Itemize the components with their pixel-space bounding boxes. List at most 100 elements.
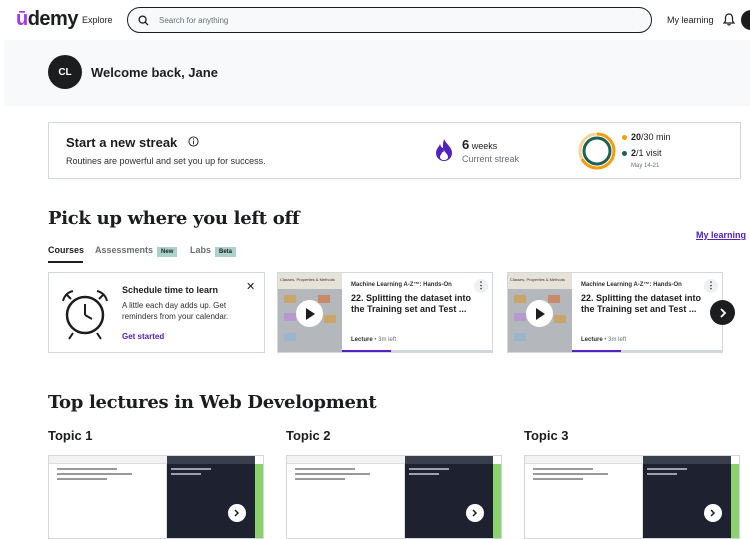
course-meta: Lecture • 3m left (581, 337, 626, 343)
editor-side-strip (255, 464, 263, 538)
visits-goal: /1 visit (636, 148, 662, 158)
editor-screenshot (49, 456, 167, 538)
course-title[interactable]: 22. Splitting the dataset into the Train… (351, 293, 476, 315)
my-learning-link[interactable]: My learning (696, 230, 746, 240)
editor-side-strip (493, 464, 501, 538)
close-icon[interactable]: ✕ (246, 280, 255, 293)
editor-side-strip (731, 464, 739, 538)
tab-labs[interactable]: Labs Beta (190, 245, 237, 257)
code-line (57, 468, 117, 470)
code-line (57, 473, 132, 475)
tab-assessments[interactable]: Assessments New (95, 245, 178, 257)
play-icon (305, 307, 315, 320)
search-bar[interactable] (127, 7, 652, 33)
play-icon (535, 307, 545, 320)
progress-fill (572, 350, 621, 352)
goal-date-range: May 14-21 (631, 163, 660, 169)
code-line (295, 473, 370, 475)
more-options-icon[interactable]: ⋮ (704, 279, 718, 293)
editor-screenshot (287, 456, 405, 538)
tab-label: Courses (48, 245, 85, 255)
visits-dot (622, 150, 627, 156)
info-icon[interactable] (188, 136, 199, 147)
editor-toolbar (525, 456, 643, 464)
course-title[interactable]: 22. Splitting the dataset into the Train… (581, 293, 706, 315)
alarm-clock-icon (62, 290, 108, 340)
separator: • (604, 337, 607, 343)
code-line (533, 473, 608, 475)
terminal-toolbar (167, 456, 255, 464)
streak-weeks-unit: weeks (471, 141, 498, 151)
play-button[interactable] (296, 300, 323, 327)
time-remaining: 3m left (378, 337, 397, 343)
slide-block (284, 295, 296, 303)
course-card[interactable]: Classes, Properties & Methods Machine Le… (277, 272, 493, 353)
course-progress-bar (572, 350, 722, 352)
udemy-logo[interactable]: ūdemy (16, 8, 78, 31)
chevron-right-icon (234, 509, 240, 517)
slide-block (514, 295, 526, 303)
streak-weeks-value: 6 (462, 137, 470, 152)
code-line (533, 468, 593, 470)
search-input[interactable] (159, 15, 559, 25)
get-started-link[interactable]: Get started (122, 332, 164, 341)
topic-title: Topic 3 (524, 428, 569, 443)
goal-progress-ring (578, 132, 616, 170)
active-tab-underline (48, 261, 83, 263)
tab-courses[interactable]: Courses (48, 245, 84, 255)
top-lectures-heading: Top lectures in Web Development (48, 392, 377, 413)
explore-link[interactable]: Explore (82, 15, 113, 25)
play-button[interactable] (526, 300, 553, 327)
lecture-play-button[interactable] (228, 504, 246, 522)
course-category: Machine Learning A-Z™: Hands-On (581, 282, 682, 288)
lecture-card[interactable] (524, 455, 740, 539)
streak-subtitle: Routines are powerful and set you up for… (66, 156, 266, 166)
ring-visits-arc (582, 136, 612, 166)
chevron-right-icon (710, 509, 716, 517)
course-thumbnail[interactable]: Classes, Properties & Methods (508, 273, 572, 352)
user-avatar-button[interactable] (741, 10, 750, 30)
more-options-icon[interactable]: ⋮ (474, 279, 488, 293)
current-streak-label: Current streak (462, 154, 520, 164)
lecture-card[interactable] (286, 455, 502, 539)
terminal-screenshot (643, 456, 731, 538)
chevron-right-icon (719, 307, 726, 318)
lecture-play-button[interactable] (704, 504, 722, 522)
lecture-type: Lecture (351, 337, 373, 343)
time-remaining: 3m left (608, 337, 627, 343)
search-icon (138, 14, 149, 26)
code-line (57, 478, 107, 480)
course-thumbnail[interactable]: Classes, Properties & Methods (278, 273, 342, 352)
lecture-card[interactable] (48, 455, 264, 539)
welcome-heading: Welcome back, Jane (91, 65, 218, 80)
course-card[interactable]: Classes, Properties & Methods Machine Le… (507, 272, 723, 353)
avatar[interactable]: CL (48, 55, 82, 89)
slide-block (514, 333, 526, 341)
bell-icon[interactable] (723, 13, 735, 26)
editor-toolbar (287, 456, 405, 464)
top-navbar: ūdemy Explore My learning (0, 0, 750, 40)
terminal-line (171, 468, 211, 470)
tab-label: Labs (190, 245, 212, 255)
tab-label: Assessments (95, 245, 154, 255)
lecture-play-button[interactable] (466, 504, 484, 522)
streak-title: Start a new streak (66, 135, 178, 150)
terminal-toolbar (405, 456, 493, 464)
schedule-card: Schedule time to learn A little each day… (48, 272, 265, 353)
schedule-title: Schedule time to learn (122, 285, 219, 295)
minutes-dot (622, 134, 627, 140)
chevron-right-icon (472, 509, 478, 517)
terminal-screenshot (405, 456, 493, 538)
minutes-done: 20 (631, 132, 642, 142)
beta-badge: Beta (215, 247, 237, 257)
carousel-next-button[interactable] (710, 300, 735, 325)
progress-fill (342, 350, 391, 352)
code-line (295, 478, 345, 480)
schedule-description: A little each day adds up. Get reminders… (122, 301, 229, 321)
code-line (533, 478, 583, 480)
my-learning-nav-link[interactable]: My learning (667, 15, 714, 25)
terminal-screenshot (167, 456, 255, 538)
code-line (295, 468, 355, 470)
thumbnail-caption: Classes, Properties & Methods (278, 273, 342, 289)
terminal-line (647, 473, 677, 475)
